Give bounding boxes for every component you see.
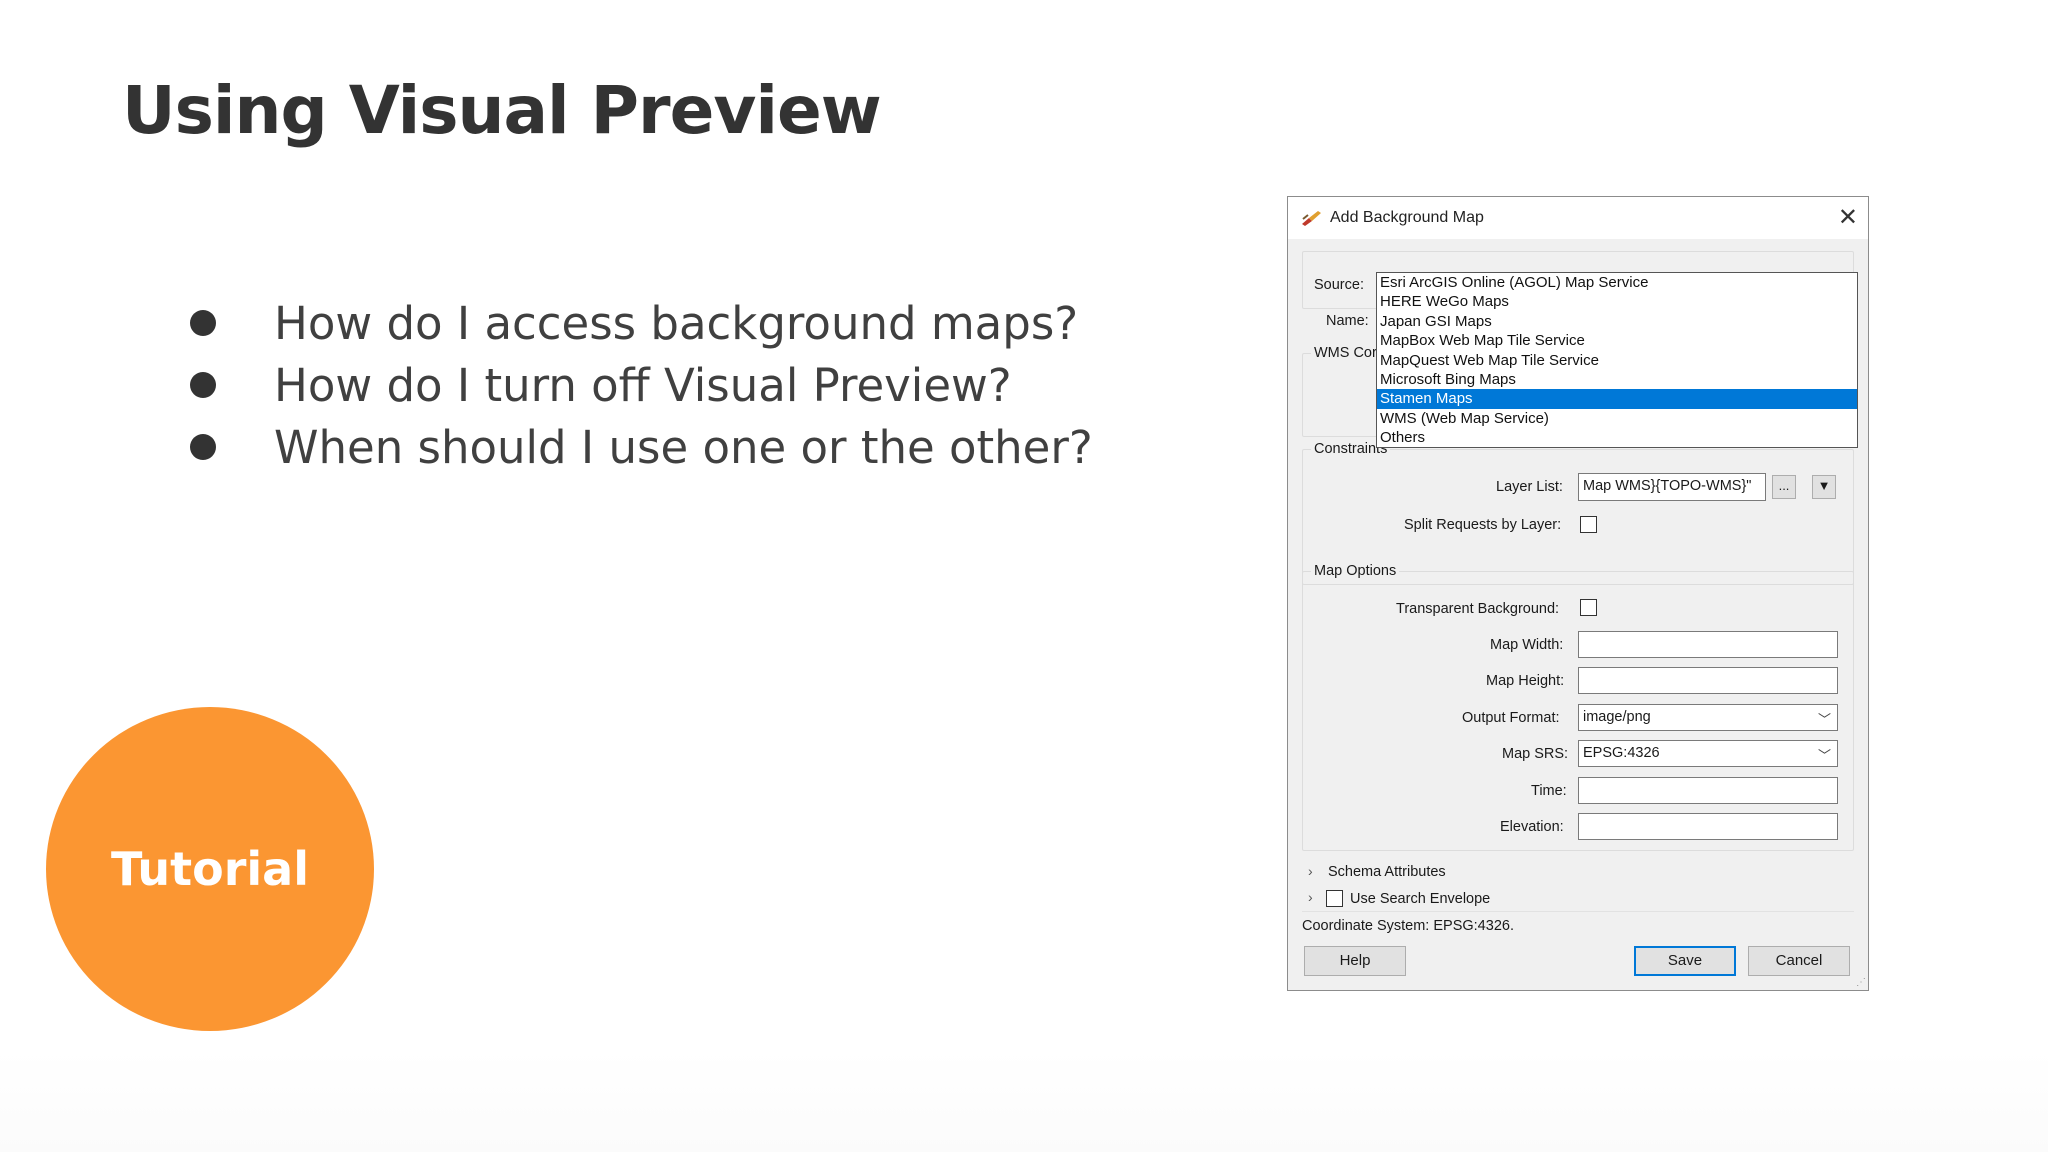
chevron-down-icon: ﹀ xyxy=(1817,712,1831,727)
map-options-label: Map Options xyxy=(1311,563,1400,579)
map-srs-select[interactable]: EPSG:4326 ﹀ xyxy=(1578,740,1838,767)
wms-connection-label: WMS Cor xyxy=(1311,345,1380,361)
tutorial-badge: Tutorial xyxy=(46,707,374,1031)
source-option[interactable]: Esri ArcGIS Online (AGOL) Map Service xyxy=(1377,273,1857,292)
layer-list-dropdown-button[interactable]: ▼ xyxy=(1812,475,1836,499)
source-option[interactable]: MapQuest Web Map Tile Service xyxy=(1377,351,1857,370)
elevation-label: Elevation: xyxy=(1500,819,1564,835)
split-requests-checkbox[interactable] xyxy=(1580,516,1597,533)
elevation-input[interactable] xyxy=(1578,813,1838,840)
layer-list-label: Layer List: xyxy=(1496,479,1563,495)
chevron-down-icon: ﹀ xyxy=(1817,748,1831,763)
split-requests-label: Split Requests by Layer: xyxy=(1404,517,1562,533)
schema-attributes-label[interactable]: Schema Attributes xyxy=(1328,864,1446,880)
time-input[interactable] xyxy=(1578,777,1838,804)
name-label: Name: xyxy=(1326,313,1369,329)
output-format-value: image/png xyxy=(1583,709,1651,725)
map-srs-value: EPSG:4326 xyxy=(1583,745,1660,761)
cancel-button[interactable]: Cancel xyxy=(1748,946,1850,976)
bullet-dot-icon xyxy=(190,434,216,460)
help-button[interactable]: Help xyxy=(1304,946,1406,976)
source-option[interactable]: HERE WeGo Maps xyxy=(1377,292,1857,311)
source-option[interactable]: WMS (Web Map Service) xyxy=(1377,409,1857,428)
map-width-label: Map Width: xyxy=(1490,637,1564,653)
map-width-input[interactable] xyxy=(1578,631,1838,658)
source-dropdown-list[interactable]: Esri ArcGIS Online (AGOL) Map Service HE… xyxy=(1376,272,1858,448)
bullet-item: How do I turn off Visual Preview? xyxy=(190,354,1093,416)
slide-background xyxy=(0,1050,2048,1152)
bullet-list: How do I access background maps? How do … xyxy=(190,292,1093,478)
map-height-label: Map Height: xyxy=(1486,673,1565,689)
save-button[interactable]: Save xyxy=(1634,946,1736,976)
output-format-label: Output Format: xyxy=(1462,710,1560,726)
bullet-item: When should I use one or the other? xyxy=(190,416,1093,478)
source-option[interactable]: Others xyxy=(1377,428,1857,447)
save-button-label: Save xyxy=(1667,952,1703,969)
use-search-envelope-label: Use Search Envelope xyxy=(1350,891,1491,907)
coordinate-system-text: Coordinate System: EPSG:4326. xyxy=(1302,918,1514,934)
use-search-envelope-checkbox[interactable] xyxy=(1326,890,1343,907)
layer-list-input[interactable]: Map WMS}{TOPO-WMS}" xyxy=(1578,473,1766,501)
bullet-text: When should I use one or the other? xyxy=(274,420,1093,474)
time-label: Time: xyxy=(1531,783,1567,799)
transparent-background-label: Transparent Background: xyxy=(1396,601,1560,617)
triangle-down-icon: ▼ xyxy=(1817,478,1831,493)
bullet-dot-icon xyxy=(190,372,216,398)
bullet-item: How do I access background maps? xyxy=(190,292,1093,354)
dialog-titlebar[interactable]: Add Background Map ✕ xyxy=(1288,197,1868,239)
section-divider xyxy=(1302,911,1854,912)
bullet-text: How do I turn off Visual Preview? xyxy=(274,358,1012,412)
layer-list-value: Map WMS}{TOPO-WMS}" xyxy=(1583,478,1752,494)
ellipsis-label: ... xyxy=(1778,478,1790,493)
source-option[interactable]: MapBox Web Map Tile Service xyxy=(1377,331,1857,350)
source-label: Source: xyxy=(1314,277,1364,293)
chevron-right-icon[interactable]: › xyxy=(1308,889,1313,905)
transparent-background-checkbox[interactable] xyxy=(1580,599,1597,616)
chevron-right-icon[interactable]: › xyxy=(1308,863,1313,879)
bullet-dot-icon xyxy=(190,310,216,336)
output-format-select[interactable]: image/png ﹀ xyxy=(1578,704,1838,731)
resize-grip-icon[interactable]: ⋰ xyxy=(1856,977,1866,988)
ellipsis-button[interactable]: ... xyxy=(1772,475,1796,499)
source-option[interactable]: Japan GSI Maps xyxy=(1377,312,1857,331)
help-button-label: Help xyxy=(1339,952,1371,969)
tutorial-label: Tutorial xyxy=(111,842,309,896)
slide-title: Using Visual Preview xyxy=(122,72,882,149)
add-background-map-dialog: Add Background Map ✕ Source: Name: WMS C… xyxy=(1287,196,1869,991)
close-icon[interactable]: ✕ xyxy=(1838,203,1858,232)
bullet-text: How do I access background maps? xyxy=(274,296,1079,350)
source-option[interactable]: Microsoft Bing Maps xyxy=(1377,370,1857,389)
dialog-title: Add Background Map xyxy=(1330,209,1484,226)
map-height-input[interactable] xyxy=(1578,667,1838,694)
source-option-selected[interactable]: Stamen Maps xyxy=(1377,389,1857,409)
brush-icon xyxy=(1302,211,1321,226)
cancel-button-label: Cancel xyxy=(1775,952,1823,969)
map-srs-label: Map SRS: xyxy=(1502,746,1569,762)
